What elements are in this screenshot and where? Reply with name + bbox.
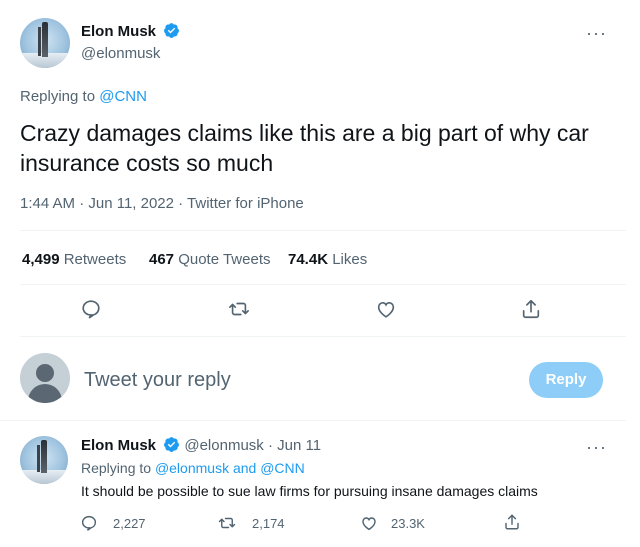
more-dots-icon[interactable]: ··· bbox=[586, 24, 607, 42]
reply-replying-to: Replying to @elonmusk and @CNN bbox=[81, 460, 305, 476]
retweet-icon[interactable] bbox=[228, 298, 250, 320]
likes-count: 74.4K bbox=[288, 251, 329, 268]
divider bbox=[20, 284, 626, 285]
reply-count: 2,227 bbox=[113, 516, 146, 531]
reply-icon[interactable] bbox=[80, 514, 98, 532]
quote-label: Quote Tweets bbox=[178, 251, 271, 268]
tweet-meta[interactable]: 1:44 AM · Jun 11, 2022 · Twitter for iPh… bbox=[20, 195, 304, 212]
share-icon[interactable] bbox=[503, 513, 521, 531]
default-avatar-icon bbox=[20, 353, 70, 403]
reply-author-handle[interactable]: @elonmusk bbox=[184, 437, 263, 454]
reply-replying-to-mentions[interactable]: @elonmusk and @CNN bbox=[155, 460, 305, 476]
tweet-text: Crazy damages claims like this are a big… bbox=[20, 120, 589, 176]
share-icon[interactable] bbox=[520, 298, 542, 320]
likes-label: Likes bbox=[332, 251, 368, 268]
reply-date[interactable]: · Jun 11 bbox=[268, 437, 321, 454]
divider bbox=[20, 230, 626, 231]
reply-icon[interactable] bbox=[80, 298, 102, 320]
likes-stat[interactable]: 74.4K Likes bbox=[288, 251, 367, 268]
replying-to-mention[interactable]: @CNN bbox=[99, 88, 147, 105]
reply-author-name[interactable]: Elon Musk bbox=[81, 437, 156, 454]
author-name-row: Elon Musk bbox=[81, 22, 180, 41]
author-handle[interactable]: @elonmusk bbox=[81, 45, 160, 62]
quote-tweets-stat[interactable]: 467 Quote Tweets bbox=[149, 251, 270, 268]
retweet-icon[interactable] bbox=[218, 514, 236, 532]
retweets-count: 4,499 bbox=[22, 251, 60, 268]
like-count: 23.3K bbox=[391, 516, 425, 531]
more-dots-icon[interactable]: ··· bbox=[586, 438, 607, 456]
verified-badge-icon bbox=[164, 437, 180, 452]
reply-text: It should be possible to sue law firms f… bbox=[81, 483, 538, 499]
replying-to-prefix: Replying to bbox=[20, 88, 100, 105]
like-icon[interactable] bbox=[375, 298, 397, 320]
reply-replying-to-prefix: Replying to bbox=[81, 460, 155, 476]
verified-badge-icon bbox=[164, 23, 180, 38]
author-name[interactable]: Elon Musk bbox=[81, 23, 156, 40]
retweets-stat[interactable]: 4,499 Retweets bbox=[22, 251, 126, 268]
reply-author-avatar[interactable] bbox=[20, 436, 68, 484]
reply-button[interactable]: Reply bbox=[529, 362, 603, 398]
retweets-label: Retweets bbox=[63, 251, 127, 268]
author-avatar[interactable] bbox=[20, 18, 70, 68]
replying-to: Replying to @CNN bbox=[20, 88, 147, 105]
reply-author-row: Elon Musk @elonmusk · Jun 11 bbox=[81, 436, 321, 454]
quote-count: 467 bbox=[149, 251, 175, 268]
divider bbox=[0, 420, 626, 421]
retweet-count: 2,174 bbox=[252, 516, 285, 531]
divider bbox=[20, 336, 626, 337]
reply-input[interactable]: Tweet your reply bbox=[84, 369, 231, 392]
like-icon[interactable] bbox=[360, 514, 378, 532]
